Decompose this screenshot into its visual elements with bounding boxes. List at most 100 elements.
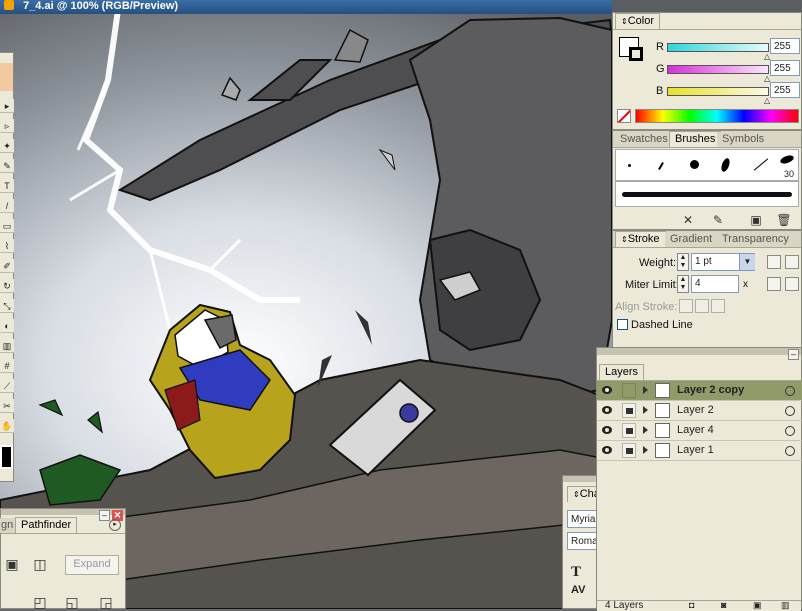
- panel-menu-icon[interactable]: ▸: [109, 519, 121, 531]
- remove-brush-stroke-icon[interactable]: ✕: [679, 211, 697, 229]
- eyedropper-tool-icon[interactable]: ⟋: [0, 379, 14, 393]
- divide-icon[interactable]: ◰: [31, 593, 49, 611]
- blend-tool-icon[interactable]: ◐: [0, 319, 14, 333]
- tab-pathfinder[interactable]: Pathfinder: [15, 517, 78, 533]
- miter-join-icon[interactable]: [767, 277, 781, 291]
- selection-tool-icon[interactable]: ▸: [0, 99, 14, 113]
- rotate-tool-icon[interactable]: ↻: [0, 279, 14, 293]
- layer-row-layer-4[interactable]: Layer 4: [597, 421, 802, 441]
- scissors-tool-icon[interactable]: ✂: [0, 399, 14, 413]
- expand-layer-icon[interactable]: [643, 446, 648, 454]
- kerning-icon: AV: [571, 584, 586, 596]
- visibility-eye-icon[interactable]: [602, 446, 612, 454]
- tab-color[interactable]: ⇕Color: [615, 13, 660, 29]
- green-slider[interactable]: [667, 65, 769, 74]
- lock-toggle[interactable]: [622, 383, 636, 398]
- paintbrush-tool-icon[interactable]: ⌇: [0, 239, 14, 253]
- pathfinder-panel: ✕ – gn Pathfinder ▸ ▣ ◫ Expand ◰ ◱ ◲: [0, 508, 126, 611]
- scale-tool-icon[interactable]: ⤡: [0, 299, 14, 313]
- hand-tool-icon[interactable]: ✋: [0, 419, 14, 433]
- blue-value-field[interactable]: 255: [770, 82, 800, 98]
- layer-name: Layer 1: [677, 444, 714, 456]
- layer-target-icon[interactable]: [785, 386, 795, 396]
- tab-swatches[interactable]: Swatches: [615, 132, 673, 147]
- layer-target-icon[interactable]: [785, 406, 795, 416]
- type-tool-icon[interactable]: T: [0, 179, 14, 193]
- brush-calligraphic-thin[interactable]: [658, 162, 664, 170]
- panel-drag-bar[interactable]: [597, 348, 801, 355]
- brush-options-icon[interactable]: ✎: [709, 211, 727, 229]
- graph-tool-icon[interactable]: ▥: [0, 339, 14, 353]
- expand-layer-icon[interactable]: [643, 426, 648, 434]
- magic-wand-tool-icon[interactable]: ✦: [0, 139, 14, 153]
- merge-icon[interactable]: ◲: [97, 593, 115, 611]
- layer-target-icon[interactable]: [785, 426, 795, 436]
- layer-row-layer-2-copy[interactable]: Layer 2 copy: [597, 381, 802, 401]
- brush-dot-small[interactable]: [628, 164, 631, 167]
- line-tool-icon[interactable]: /: [0, 199, 14, 213]
- visibility-eye-icon[interactable]: [602, 426, 612, 434]
- tab-stroke[interactable]: ⇕Stroke: [615, 231, 666, 247]
- align-outside-icon[interactable]: [711, 299, 725, 313]
- stroke-color-proxy[interactable]: [629, 47, 643, 61]
- align-center-icon[interactable]: [679, 299, 693, 313]
- tab-layers[interactable]: Layers: [599, 364, 645, 380]
- weight-stepper[interactable]: ▲ ▼: [677, 253, 689, 271]
- lock-toggle[interactable]: [622, 423, 636, 438]
- visibility-eye-icon[interactable]: [602, 406, 612, 414]
- brush-dot-large[interactable]: [690, 160, 699, 169]
- brush-line[interactable]: [753, 158, 769, 171]
- fill-stroke-swatch[interactable]: [0, 445, 13, 469]
- panel-expand-icon: ⇕: [621, 235, 628, 244]
- red-slider[interactable]: [667, 43, 769, 52]
- lock-toggle[interactable]: [622, 403, 636, 418]
- round-cap-icon[interactable]: [785, 255, 799, 269]
- layer-thumbnail: [655, 403, 670, 418]
- delete-layer-icon[interactable]: ▥: [781, 600, 790, 611]
- rectangle-tool-icon[interactable]: ▭: [0, 219, 14, 233]
- unite-shape-icon[interactable]: ▣: [3, 555, 21, 573]
- art-brush-row[interactable]: [615, 181, 799, 207]
- document-title-bar[interactable]: 7_4.ai @ 100% (RGB/Preview): [0, 0, 612, 14]
- trim-icon[interactable]: ◱: [63, 593, 81, 611]
- expand-layer-icon[interactable]: [643, 386, 648, 394]
- art-brush-stroke: [622, 192, 792, 197]
- lock-toggle[interactable]: [622, 443, 636, 458]
- expand-button[interactable]: Expand: [65, 555, 119, 575]
- layer-row-layer-2[interactable]: Layer 2: [597, 401, 802, 421]
- visibility-eye-icon[interactable]: [602, 386, 612, 394]
- minimize-icon[interactable]: –: [788, 349, 799, 360]
- pencil-tool-icon[interactable]: ✐: [0, 259, 14, 273]
- blue-slider[interactable]: [667, 87, 769, 96]
- butt-cap-icon[interactable]: [767, 255, 781, 269]
- illustrator-doc-icon: [4, 0, 14, 10]
- color-spectrum-bar[interactable]: [635, 109, 799, 123]
- new-brush-icon[interactable]: ▣: [747, 211, 765, 229]
- tab-brushes[interactable]: Brushes: [669, 131, 722, 147]
- tab-gradient[interactable]: Gradient: [665, 232, 718, 247]
- tab-symbols[interactable]: Symbols: [717, 132, 770, 147]
- delete-brush-icon[interactable]: 🗑: [775, 211, 793, 229]
- weight-dropdown-arrow[interactable]: ▼: [739, 254, 755, 270]
- none-color-icon[interactable]: [617, 109, 631, 123]
- new-layer-icon[interactable]: ▣: [753, 600, 762, 611]
- tab-transparency[interactable]: Transparency: [717, 232, 794, 247]
- green-value-field[interactable]: 255: [770, 60, 800, 76]
- round-join-icon[interactable]: [785, 277, 799, 291]
- align-inside-icon[interactable]: [695, 299, 709, 313]
- miter-stepper[interactable]: ▲ ▼: [677, 275, 689, 293]
- red-value-field[interactable]: 255: [770, 38, 800, 54]
- layer-thumbnail: [655, 443, 670, 458]
- miter-limit-field[interactable]: 4: [691, 275, 739, 293]
- layer-target-icon[interactable]: [785, 446, 795, 456]
- brush-oval[interactable]: [719, 157, 732, 173]
- mesh-tool-icon[interactable]: #: [0, 359, 14, 373]
- expand-layer-icon[interactable]: [643, 406, 648, 414]
- brush-ellipse-30[interactable]: [779, 153, 795, 166]
- direct-select-tool-icon[interactable]: ▹: [0, 119, 14, 133]
- miter-unit: x: [743, 279, 748, 290]
- dashed-line-checkbox[interactable]: [617, 319, 628, 330]
- minus-front-icon[interactable]: ◫: [31, 555, 49, 573]
- pen-tool-icon[interactable]: ✎: [0, 159, 14, 173]
- layer-row-layer-1[interactable]: Layer 1: [597, 441, 802, 461]
